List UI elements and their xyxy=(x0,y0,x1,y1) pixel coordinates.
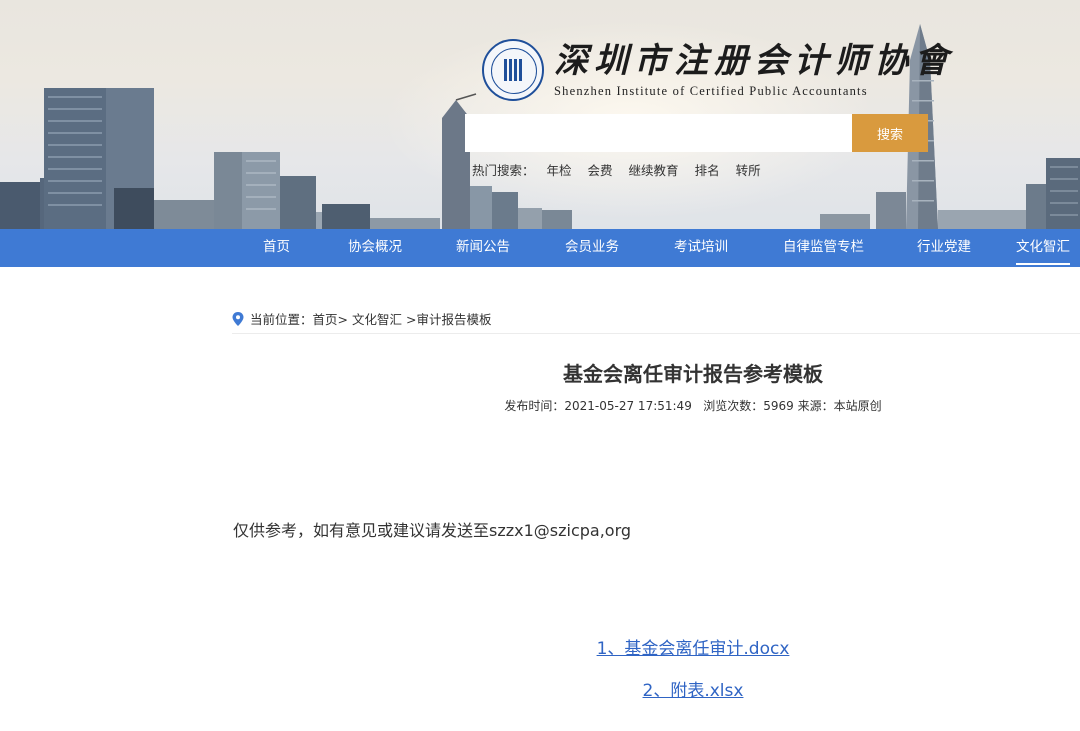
breadcrumb-current[interactable]: >审计报告模板 xyxy=(406,309,491,328)
logo-english-name: Shenzhen Institute of Certified Public A… xyxy=(554,84,868,98)
nav-item-self-regulation[interactable]: 自律监管专栏 xyxy=(783,229,864,267)
nav-item-member-services[interactable]: 会员业务 xyxy=(565,229,619,267)
breadcrumb-divider xyxy=(232,333,1080,334)
location-pin-icon xyxy=(232,311,244,326)
article-title: 基金会离任审计报告参考模板 xyxy=(563,362,823,386)
attachment-item: 1、基金会离任审计.docx xyxy=(400,634,986,659)
breadcrumb: 当前位置： 首页> 文化智汇 >审计报告模板 xyxy=(232,309,491,328)
hot-search-bar: 热门搜索： 年检 会费 继续教育 排名 转所 xyxy=(472,160,761,179)
nav-item-news[interactable]: 新闻公告 xyxy=(456,229,510,267)
hot-search-link[interactable]: 会费 xyxy=(588,160,613,179)
logo-chinese-name: 深圳市注册会计师协會 xyxy=(554,41,954,81)
nav-item-culture[interactable]: 文化智汇 xyxy=(1016,229,1070,267)
breadcrumb-culture[interactable]: 文化智汇 xyxy=(352,309,402,328)
hot-search-label: 热门搜索： xyxy=(472,163,535,178)
attachment-link-docx[interactable]: 1、基金会离任审计.docx xyxy=(597,639,790,659)
header-banner: 深圳市注册会计师协會 Shenzhen Institute of Certifi… xyxy=(0,0,1080,229)
breadcrumb-home[interactable]: 首页> xyxy=(313,309,348,328)
nav-item-party-building[interactable]: 行业党建 xyxy=(917,229,971,267)
article-paragraph: 仅供参考，如有意见或建议请发送至szzx1@szicpa,org xyxy=(233,521,632,540)
hot-search-link[interactable]: 排名 xyxy=(695,160,720,179)
nav-item-exam-training[interactable]: 考试培训 xyxy=(674,229,728,267)
nav-item-home[interactable]: 首页 xyxy=(263,229,290,267)
hot-search-link[interactable]: 继续教育 xyxy=(629,160,679,179)
attachment-item: 2、附表.xlsx xyxy=(400,676,986,701)
hot-search-link[interactable]: 年检 xyxy=(547,160,572,179)
institute-seal-icon xyxy=(482,39,544,101)
hot-search-link[interactable]: 转所 xyxy=(736,160,761,179)
breadcrumb-prefix: 当前位置： xyxy=(250,312,313,327)
main-nav: 首页 协会概况 新闻公告 会员业务 考试培训 自律监管专栏 行业党建 文化智汇 xyxy=(0,229,1080,267)
nav-item-about[interactable]: 协会概况 xyxy=(348,229,402,267)
site-logo[interactable]: 深圳市注册会计师协會 Shenzhen Institute of Certifi… xyxy=(482,38,954,102)
search-button[interactable]: 搜索 xyxy=(852,114,928,152)
search-input[interactable] xyxy=(465,114,852,152)
article-meta: 发布时间：2021-05-27 17:51:49 浏览次数：5969 来源：本站… xyxy=(504,399,882,413)
attachment-link-xlsx[interactable]: 2、附表.xlsx xyxy=(643,681,744,701)
